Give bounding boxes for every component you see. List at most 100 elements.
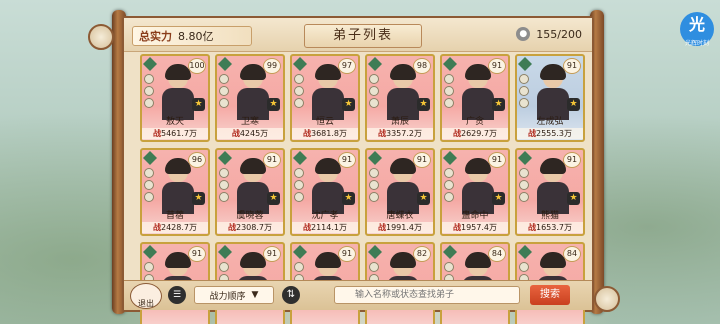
disciple-card[interactable]: 91 ★ 广贪 战2629.7万 bbox=[440, 54, 510, 142]
star-icon: ★ bbox=[492, 98, 505, 111]
rank-icon bbox=[368, 245, 382, 259]
attribute-icon bbox=[519, 98, 529, 108]
attribute-icon bbox=[294, 262, 304, 272]
star-icon: ★ bbox=[192, 192, 205, 205]
disciple-power: 战5461.7万 bbox=[142, 128, 208, 139]
disciple-card[interactable]: 91 ★ 熊猫 战1653.7万 bbox=[515, 148, 585, 236]
attribute-icons bbox=[369, 168, 379, 202]
attribute-icon bbox=[294, 180, 304, 190]
attribute-icons bbox=[519, 74, 529, 108]
power-value: 2629.7万 bbox=[461, 129, 497, 138]
top-bar: 总实力 8.80亿 弟子列表 ● 155/200 bbox=[124, 18, 592, 52]
exit-button[interactable]: 退出 bbox=[130, 283, 162, 309]
attribute-icon bbox=[219, 86, 229, 96]
scroll-knob-icon bbox=[594, 286, 620, 312]
attribute-icon bbox=[444, 74, 454, 84]
disciple-power: 战3681.8万 bbox=[292, 128, 358, 139]
disciple-portrait bbox=[460, 158, 496, 214]
disciple-portrait bbox=[535, 64, 571, 120]
attribute-icons bbox=[294, 74, 304, 108]
disciple-name: 恒云 bbox=[315, 117, 334, 127]
attribute-icon bbox=[294, 192, 304, 202]
disciple-card[interactable]: 91 ★ 左成弘 战2555.3万 bbox=[515, 54, 585, 142]
search-button[interactable]: 搜索 bbox=[530, 285, 570, 305]
attribute-icon bbox=[444, 168, 454, 178]
attribute-icons bbox=[444, 74, 454, 108]
disciple-power: 战2629.7万 bbox=[442, 128, 508, 139]
disciple-card[interactable]: 99 ★ 卫寒 战4245万 bbox=[215, 54, 285, 142]
attribute-icon bbox=[519, 74, 529, 84]
sort-dropdown[interactable]: 战力顺序 ▼ bbox=[194, 286, 274, 304]
rank-icon bbox=[518, 245, 532, 259]
power-prefix: 战 bbox=[153, 129, 161, 138]
disciple-card[interactable]: 97 ★ 恒云 战3681.8万 bbox=[290, 54, 360, 142]
disciple-card[interactable]: 91 ★ 虞晓蓉 战2308.7万 bbox=[215, 148, 285, 236]
rank-icon bbox=[368, 151, 382, 165]
disciple-card[interactable]: 91 ★ 沈广孝 战2114.1万 bbox=[290, 148, 360, 236]
star-icon: ★ bbox=[567, 98, 580, 111]
disciple-list-panel: 总实力 8.80亿 弟子列表 ● 155/200 100 ★ 敖天 战5461.… bbox=[122, 16, 594, 324]
disciple-card[interactable]: 91 ★ 唐蝶衣 战1991.4万 bbox=[365, 148, 435, 236]
disciple-name: 卫寒 bbox=[240, 117, 259, 127]
power-prefix: 战 bbox=[528, 223, 536, 232]
disciple-count: ● 155/200 bbox=[516, 27, 582, 41]
rank-icon bbox=[443, 151, 457, 165]
disciple-portrait bbox=[310, 158, 346, 214]
attribute-icons bbox=[444, 168, 454, 202]
attribute-icons bbox=[519, 168, 529, 202]
rank-icon bbox=[368, 57, 382, 71]
attribute-icons bbox=[144, 168, 154, 202]
attribute-icon bbox=[444, 180, 454, 190]
attribute-icon bbox=[444, 262, 454, 272]
rank-icon bbox=[293, 57, 307, 71]
sort-order-toggle-icon[interactable]: ⇅ bbox=[282, 286, 300, 304]
attribute-icon bbox=[369, 74, 379, 84]
attribute-icon bbox=[294, 168, 304, 178]
disciple-card[interactable]: 91 ★ 蛊命中 战1957.4万 bbox=[440, 148, 510, 236]
attribute-icon bbox=[144, 192, 154, 202]
disciple-power: 战2114.1万 bbox=[292, 222, 358, 233]
rank-icon bbox=[218, 245, 232, 259]
attribute-icon bbox=[369, 168, 379, 178]
attribute-icon bbox=[219, 168, 229, 178]
sort-label: 战力顺序 bbox=[209, 291, 246, 302]
star-icon: ★ bbox=[417, 98, 430, 111]
disciple-portrait bbox=[535, 158, 571, 214]
disciple-portrait bbox=[460, 64, 496, 120]
power-value: 3357.2万 bbox=[386, 129, 422, 138]
attribute-icon bbox=[519, 86, 529, 96]
attribute-icon bbox=[144, 86, 154, 96]
power-value: 3681.8万 bbox=[311, 129, 347, 138]
star-icon: ★ bbox=[342, 98, 355, 111]
search-input[interactable] bbox=[334, 286, 520, 304]
attribute-icon bbox=[144, 168, 154, 178]
disciple-power: 战3357.2万 bbox=[367, 128, 433, 139]
rank-icon bbox=[443, 57, 457, 71]
power-prefix: 战 bbox=[378, 223, 386, 232]
disciple-name: 敖天 bbox=[165, 117, 184, 127]
attribute-icon bbox=[219, 262, 229, 272]
disciple-card[interactable]: 96 ★ 苜蓿 战2428.7万 bbox=[140, 148, 210, 236]
disciple-power: 战1653.7万 bbox=[517, 222, 583, 233]
rank-icon bbox=[293, 245, 307, 259]
star-icon: ★ bbox=[567, 192, 580, 205]
attribute-icon bbox=[294, 74, 304, 84]
disciple-portrait bbox=[235, 64, 271, 120]
power-value: 1957.4万 bbox=[461, 223, 497, 232]
attribute-icons bbox=[144, 74, 154, 108]
disciple-portrait bbox=[310, 64, 346, 120]
power-prefix: 战 bbox=[453, 129, 461, 138]
attribute-icon bbox=[144, 262, 154, 272]
disciple-name: 沈广孝 bbox=[311, 211, 339, 221]
star-icon: ★ bbox=[492, 192, 505, 205]
power-value: 2308.7万 bbox=[236, 223, 272, 232]
disciple-card[interactable]: 100 ★ 敖天 战5461.7万 bbox=[140, 54, 210, 142]
filter-icon[interactable]: ☰ bbox=[168, 286, 186, 304]
power-prefix: 战 bbox=[528, 129, 536, 138]
disciple-card[interactable]: 98 ★ 萧辰 战3357.2万 bbox=[365, 54, 435, 142]
attribute-icon bbox=[219, 74, 229, 84]
rank-icon bbox=[143, 151, 157, 165]
disciple-power: 战4245万 bbox=[217, 128, 283, 139]
glory-moment-button[interactable]: 光 光辉时刻 bbox=[680, 12, 714, 47]
rank-icon bbox=[218, 151, 232, 165]
